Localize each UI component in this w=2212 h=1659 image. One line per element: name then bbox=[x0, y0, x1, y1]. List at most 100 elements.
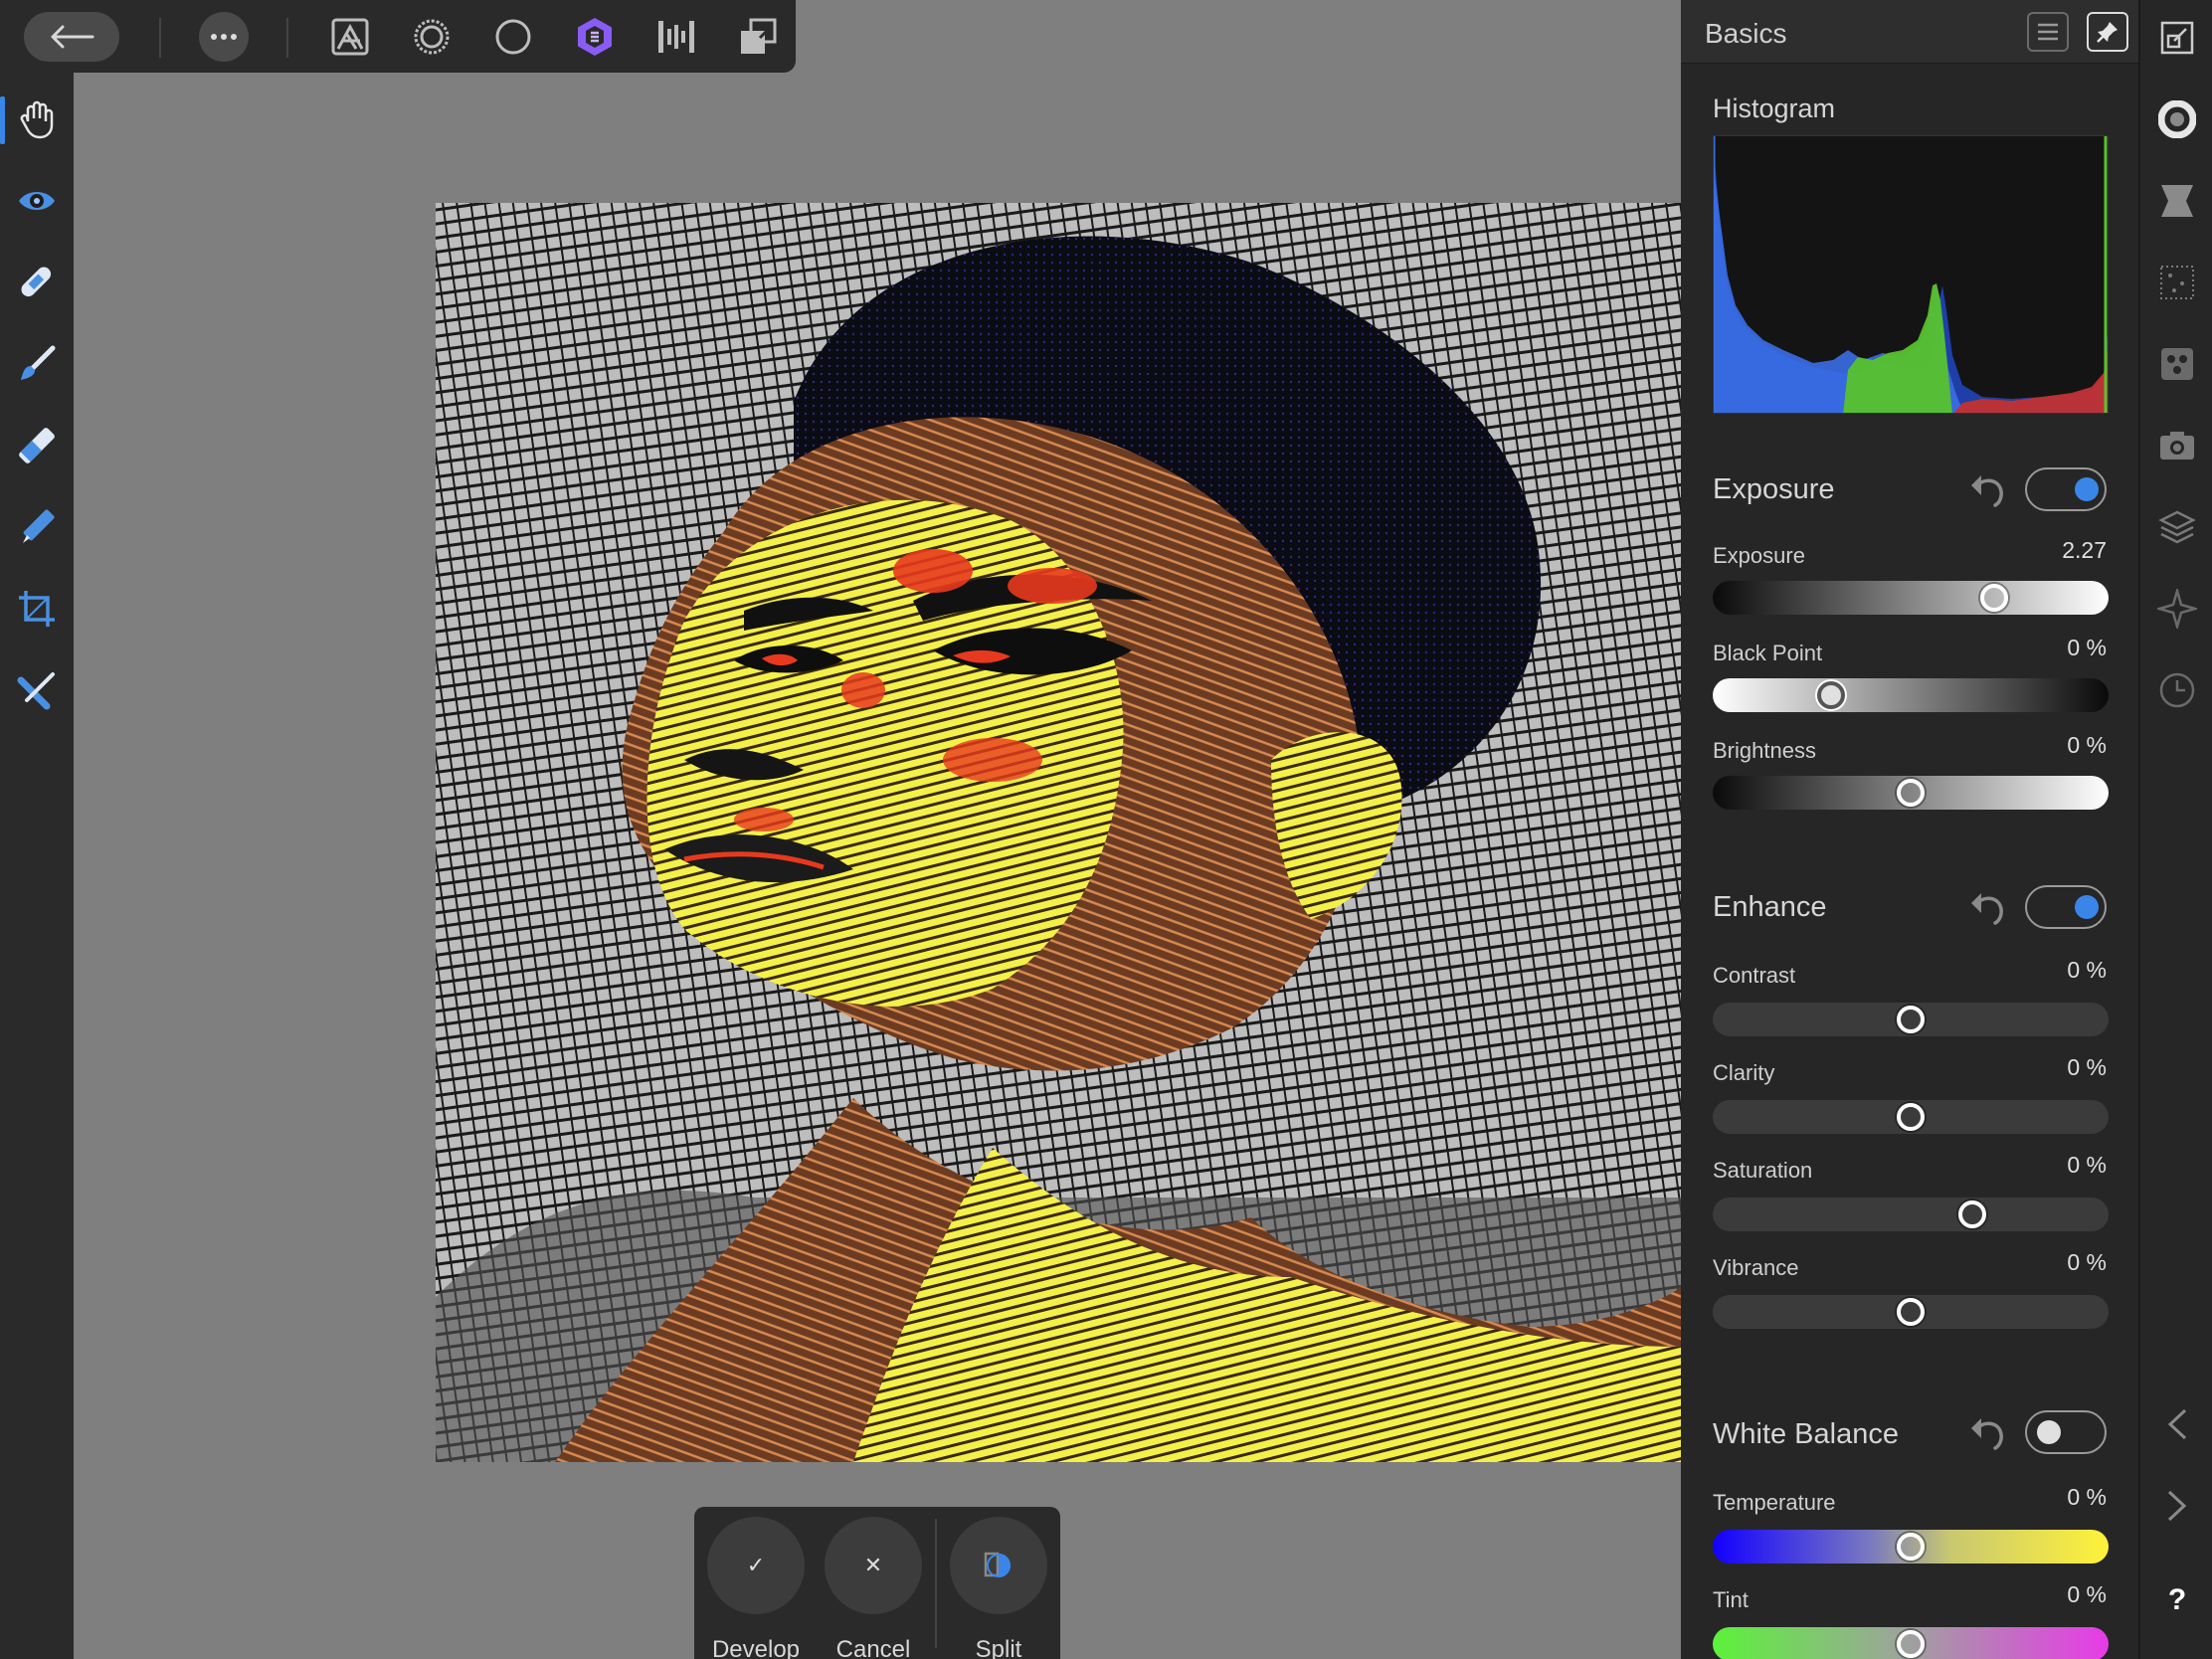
vibrance-label: Vibrance bbox=[1713, 1255, 1799, 1280]
vibrance-slider-thumb[interactable] bbox=[1897, 1298, 1925, 1326]
contrast-slider-thumb[interactable] bbox=[1897, 1006, 1925, 1033]
exposure-slider[interactable] bbox=[1713, 581, 2109, 615]
portrait-image bbox=[436, 203, 1681, 1462]
saturation-label: Saturation bbox=[1713, 1158, 1813, 1183]
next-button[interactable] bbox=[2151, 1480, 2203, 1532]
exposure-value: 2.27 bbox=[2062, 537, 2107, 563]
brush-tool-button[interactable] bbox=[10, 337, 64, 391]
history-button[interactable] bbox=[2151, 664, 2203, 716]
chevron-left-icon bbox=[2167, 1408, 2187, 1440]
photo-persona-button[interactable] bbox=[324, 12, 376, 62]
panel-menu-button[interactable] bbox=[2027, 12, 2069, 52]
crop-tool-button[interactable] bbox=[10, 582, 64, 636]
exposure-reset-button[interactable] bbox=[1967, 469, 2007, 509]
temperature-slider[interactable] bbox=[1713, 1530, 2109, 1564]
contrast-value: 0 % bbox=[2067, 957, 2107, 983]
help-button[interactable]: ? bbox=[2140, 1583, 2212, 1617]
navigator-button[interactable] bbox=[2151, 12, 2203, 64]
tint-slider[interactable] bbox=[1713, 1627, 2109, 1659]
photo-persona-icon bbox=[331, 18, 369, 56]
gradient-tool-icon bbox=[19, 428, 55, 463]
red-eye-tool-icon bbox=[19, 192, 55, 210]
white-balance-reset-button[interactable] bbox=[1967, 1412, 2007, 1452]
clarity-slider[interactable] bbox=[1713, 1100, 2109, 1134]
exposure-slider-thumb[interactable] bbox=[1979, 584, 2008, 612]
brightness-slider-thumb[interactable] bbox=[1897, 779, 1925, 807]
adjustments-icon bbox=[2161, 348, 2193, 380]
white-balance-toggle[interactable] bbox=[2025, 1410, 2107, 1454]
toggle-knob bbox=[2075, 895, 2099, 919]
more-button[interactable] bbox=[199, 12, 249, 62]
vibrance-slider[interactable] bbox=[1713, 1295, 2109, 1329]
vibrance-value: 0 % bbox=[2067, 1249, 2107, 1275]
toggle-knob bbox=[2075, 477, 2099, 501]
back-button[interactable] bbox=[24, 12, 119, 62]
action-bar: ✓ Develop ✕ Cancel Split bbox=[694, 1507, 1060, 1659]
canvas-image[interactable] bbox=[436, 203, 1681, 1462]
brushes-button[interactable] bbox=[2151, 257, 2203, 308]
navigator-icon bbox=[2160, 21, 2194, 55]
straighten-tool-button[interactable] bbox=[10, 663, 64, 717]
close-icon: ✕ bbox=[825, 1517, 922, 1614]
undo-icon bbox=[1971, 893, 2003, 925]
ellipsis-icon bbox=[211, 34, 237, 40]
liquify-persona-button[interactable] bbox=[406, 12, 458, 62]
arrow-left-icon bbox=[51, 25, 94, 49]
contrast-slider[interactable] bbox=[1713, 1003, 2109, 1036]
toolbar-divider bbox=[286, 18, 288, 58]
export-persona-icon bbox=[658, 21, 694, 53]
basics-panel: Basics Histogram Exposure Exposure 2.27 … bbox=[1681, 0, 2138, 1659]
toolbar-divider bbox=[159, 18, 161, 58]
gradient-tool-button[interactable] bbox=[10, 419, 64, 472]
previous-button[interactable] bbox=[2151, 1398, 2203, 1450]
develop-persona-button[interactable] bbox=[487, 12, 539, 62]
black-point-label: Black Point bbox=[1713, 641, 1823, 665]
transform-button[interactable] bbox=[2151, 583, 2203, 635]
enhance-toggle[interactable] bbox=[2025, 885, 2107, 929]
cancel-button[interactable]: ✕ Cancel bbox=[824, 1517, 923, 1659]
temperature-value: 0 % bbox=[2067, 1484, 2107, 1510]
tint-slider-thumb[interactable] bbox=[1897, 1630, 1925, 1658]
enhance-section-title: Enhance bbox=[1713, 891, 1827, 923]
top-toolbar bbox=[0, 0, 796, 73]
temperature-slider-thumb[interactable] bbox=[1897, 1533, 1925, 1561]
saturation-value: 0 % bbox=[2067, 1152, 2107, 1178]
exposure-toggle[interactable] bbox=[2025, 467, 2107, 511]
black-point-slider[interactable] bbox=[1713, 678, 2109, 712]
toggle-knob bbox=[2037, 1420, 2061, 1444]
brightness-label: Brightness bbox=[1713, 738, 1816, 763]
enhance-reset-button[interactable] bbox=[1967, 887, 2007, 927]
swatches-icon bbox=[2161, 185, 2193, 217]
layers-button[interactable] bbox=[2151, 501, 2203, 553]
color-wheel-button[interactable] bbox=[2151, 93, 2203, 145]
split-button[interactable]: Split bbox=[949, 1517, 1048, 1659]
blemish-tool-button[interactable] bbox=[10, 256, 64, 309]
swatches-button[interactable] bbox=[2151, 175, 2203, 227]
develop-button[interactable]: ✓ Develop bbox=[706, 1517, 806, 1659]
clarity-value: 0 % bbox=[2067, 1054, 2107, 1080]
arrange-button[interactable] bbox=[732, 12, 784, 62]
camera-button[interactable] bbox=[2151, 420, 2203, 471]
tone-mapping-persona-button[interactable] bbox=[569, 12, 621, 62]
black-point-value: 0 % bbox=[2067, 635, 2107, 660]
brightness-slider[interactable] bbox=[1713, 776, 2109, 810]
black-point-slider-thumb[interactable] bbox=[1817, 681, 1846, 709]
view-tool-button[interactable] bbox=[10, 92, 64, 146]
export-persona-button[interactable] bbox=[650, 12, 702, 62]
selection-brush-icon bbox=[23, 509, 55, 543]
saturation-slider-thumb[interactable] bbox=[1957, 1200, 1986, 1228]
develop-persona-icon bbox=[495, 19, 531, 55]
saturation-slider[interactable] bbox=[1713, 1198, 2109, 1231]
temperature-label: Temperature bbox=[1713, 1490, 1836, 1515]
adjustments-button[interactable] bbox=[2151, 338, 2203, 390]
selection-brush-button[interactable] bbox=[10, 500, 64, 554]
brightness-value: 0 % bbox=[2067, 732, 2107, 758]
contrast-label: Contrast bbox=[1713, 963, 1796, 988]
panel-title: Basics bbox=[1705, 18, 1787, 49]
camera-icon bbox=[2160, 432, 2194, 460]
clarity-slider-thumb[interactable] bbox=[1897, 1103, 1925, 1131]
pin-panel-button[interactable] bbox=[2087, 12, 2128, 52]
red-eye-tool-button[interactable] bbox=[10, 174, 64, 228]
split-view-icon bbox=[950, 1517, 1047, 1614]
histogram-graph bbox=[1714, 136, 2108, 413]
